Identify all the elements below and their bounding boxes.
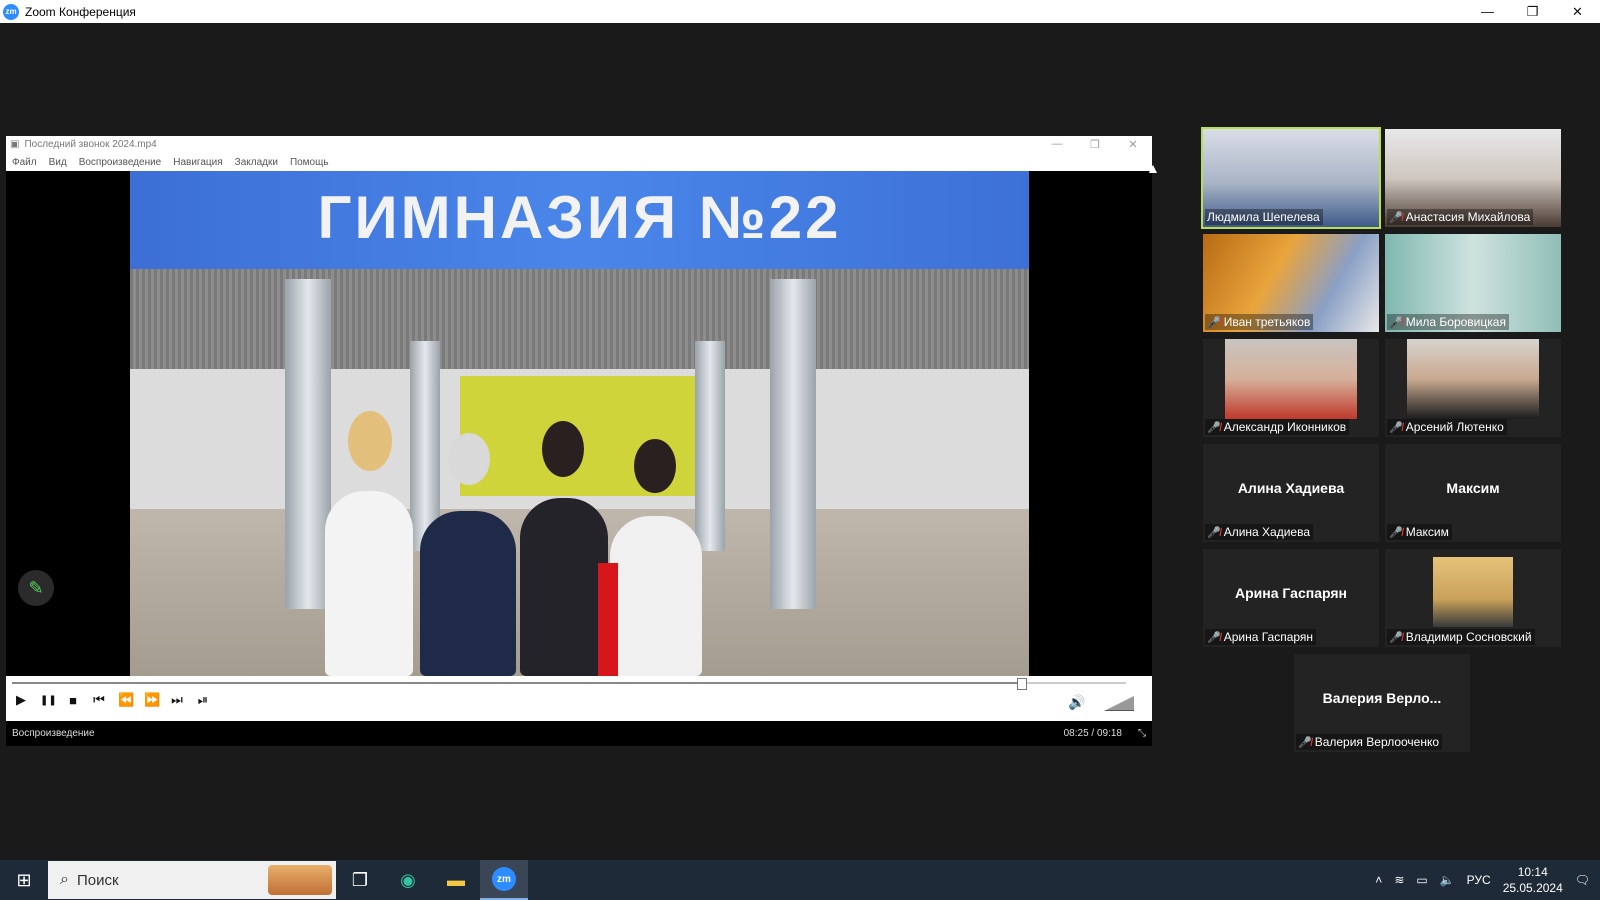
participant-tile-1[interactable]: Людмила Шепелева [1201, 127, 1381, 229]
search-icon: ⌕ [60, 871, 69, 888]
minimize-button[interactable]: — [1465, 4, 1510, 20]
play-icon[interactable]: ▶ [14, 692, 28, 708]
muted-mic-icon: 🎤̸ [1389, 526, 1403, 539]
forward-icon[interactable]: ⏩ [144, 692, 160, 708]
participant-tile-8[interactable]: Максим 🎤̸ Максим [1385, 444, 1561, 542]
menu-playback[interactable]: Воспроизведение [79, 157, 162, 168]
muted-mic-icon: 🎤̸ [1207, 526, 1221, 539]
rewind-icon[interactable]: ⏪ [118, 692, 134, 708]
zoom-taskbar-button[interactable]: zm [480, 860, 528, 900]
player-close-button[interactable]: ✕ [1114, 138, 1152, 151]
muted-mic-icon: 🎤̸ [1389, 316, 1403, 329]
player-menu-bar: Файл Вид Воспроизведение Навигация Закла… [6, 153, 1152, 171]
menu-help[interactable]: Помощь [290, 157, 329, 168]
menu-navigation[interactable]: Навигация [173, 157, 222, 168]
participant-tile-10[interactable]: 🎤̸ Владимир Сосновский [1385, 549, 1561, 647]
player-controls: ▶ ❚❚ ■ ⏮ ⏪ ⏩ ⏭ ⏯ 🔊 [6, 676, 1152, 721]
task-view-icon[interactable]: ❐ [336, 860, 384, 900]
close-button[interactable]: ✕ [1555, 4, 1600, 20]
speaker-icon[interactable]: 🔈 [1440, 873, 1455, 887]
system-tray: ˄ ≋ ▭ 🔈 РУС 10:14 25.05.2024 🗨 [1375, 864, 1600, 896]
network-icon[interactable]: ≋ [1394, 873, 1404, 887]
annotate-pencil-icon[interactable]: ✎ [18, 570, 54, 606]
seek-bar[interactable] [12, 678, 1126, 690]
menu-view[interactable]: Вид [49, 157, 67, 168]
mouse-cursor-icon: ▲ [1146, 160, 1160, 176]
zoom-logo-icon: zm [3, 3, 19, 20]
window-title: Zoom Конференция [25, 4, 136, 19]
muted-mic-icon: 🎤̸ [1207, 316, 1221, 329]
search-placeholder: Поиск [76, 871, 119, 889]
participant-tile-4[interactable]: 🎤̸ Мила Боровицкая [1385, 234, 1561, 332]
chevron-up-icon[interactable]: ˄ [1375, 873, 1382, 887]
participant-tile-5[interactable]: 🎤̸ Александр Иконников [1203, 339, 1379, 437]
muted-mic-icon: 🎤̸ [1207, 421, 1221, 434]
time-display: 08:25 / 09:18 [1063, 728, 1122, 739]
muted-mic-icon: 🎤̸ [1389, 631, 1403, 644]
battery-icon[interactable]: ▭ [1416, 873, 1427, 887]
media-player-window: ▣ Последний звонок 2024.mp4 — ❐ ✕ Файл В… [6, 136, 1152, 746]
aspect-icon[interactable]: ⤡ [1138, 728, 1146, 739]
muted-mic-icon: 🎤̸ [1298, 736, 1312, 749]
player-maximize-button[interactable]: ❐ [1076, 138, 1114, 151]
file-explorer-icon[interactable]: ▬ [432, 860, 480, 900]
menu-bookmarks[interactable]: Закладки [235, 157, 278, 168]
participant-tile-11[interactable]: Валерия Верло... 🎤̸ Валерия Верлооченко [1294, 654, 1470, 752]
notifications-icon[interactable]: 🗨 [1575, 873, 1590, 887]
seek-handle[interactable] [1017, 678, 1028, 690]
taskbar: ⊞ ⌕ Поиск ❐ ◉ ▬ zm ˄ ≋ ▭ 🔈 РУС 10:14 25.… [0, 860, 1600, 900]
stop-icon[interactable]: ■ [66, 693, 80, 708]
volume-slider[interactable] [1104, 696, 1134, 711]
muted-mic-icon: 🎤̸ [1389, 421, 1403, 434]
participant-tile-3[interactable]: 🎤̸ Иван третьяков [1203, 234, 1379, 332]
zoom-title-bar: zm Zoom Конференция — ❐ ✕ [0, 0, 1600, 23]
muted-mic-icon: 🎤̸ [1207, 631, 1221, 644]
participant-name: Людмила Шепелева [1207, 210, 1320, 224]
player-minimize-button[interactable]: — [1038, 138, 1076, 151]
volume-icon[interactable]: 🔊 [1068, 694, 1085, 711]
search-highlight-image [268, 865, 332, 895]
language-indicator[interactable]: РУС [1467, 873, 1491, 887]
next-icon[interactable]: ⏭ [170, 692, 184, 708]
maximize-button[interactable]: ❐ [1510, 4, 1555, 20]
muted-mic-icon: 🎤̸ [1389, 211, 1403, 224]
video-area[interactable]: ГИМНАЗИЯ №22 [6, 171, 1152, 676]
film-icon: ▣ [10, 139, 20, 150]
playback-status: Воспроизведение [12, 728, 95, 739]
participant-tile-7[interactable]: Алина Хадиева 🎤̸ Алина Хадиева [1203, 444, 1379, 542]
video-frame: ГИМНАЗИЯ №22 [130, 171, 1029, 676]
taskbar-search[interactable]: ⌕ Поиск [48, 861, 336, 899]
menu-file[interactable]: Файл [12, 157, 37, 168]
player-title-bar: ▣ Последний звонок 2024.mp4 — ❐ ✕ [6, 136, 1152, 153]
participant-tile-9[interactable]: Арина Гаспарян 🎤̸ Арина Гаспарян [1203, 549, 1379, 647]
video-sign: ГИМНАЗИЯ №22 [130, 171, 1029, 269]
player-title: Последний звонок 2024.mp4 [24, 139, 157, 150]
edge-browser-icon[interactable]: ◉ [384, 860, 432, 900]
pause-icon[interactable]: ❚❚ [40, 695, 57, 706]
previous-icon[interactable]: ⏮ [92, 692, 106, 708]
frame-step-icon[interactable]: ⏯ [196, 692, 210, 708]
clock[interactable]: 10:14 25.05.2024 [1503, 864, 1563, 896]
participant-tile-2[interactable]: 🎤̸ Анастасия Михайлова [1385, 129, 1561, 227]
windows-start-icon[interactable]: ⊞ [0, 870, 48, 891]
participant-tile-6[interactable]: 🎤̸ Арсений Лютенко [1385, 339, 1561, 437]
player-status-bar: Воспроизведение 08:25 / 09:18 ⤡ [6, 721, 1152, 746]
